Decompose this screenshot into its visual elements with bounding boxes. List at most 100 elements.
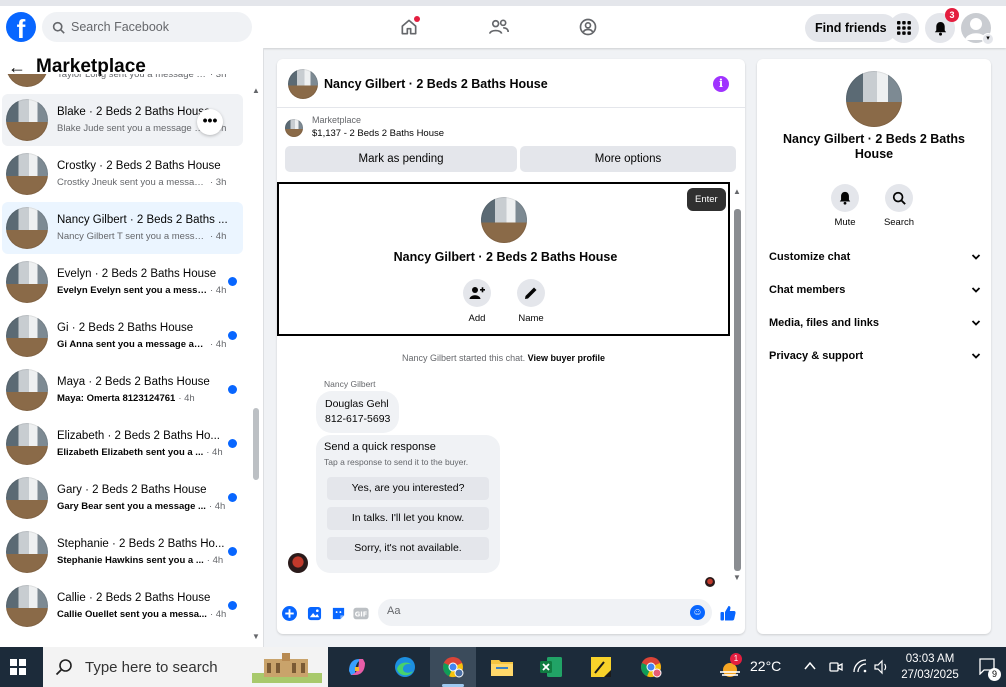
file-explorer-icon[interactable]: [479, 647, 525, 687]
more-options-button[interactable]: More options: [520, 146, 736, 172]
search-facebook-box[interactable]: [42, 12, 252, 42]
excel-app-icon[interactable]: [528, 647, 574, 687]
show-hidden-icons-chevron-up-icon[interactable]: [804, 661, 816, 671]
listing-thumbnail: [6, 153, 48, 195]
mute-button[interactable]: Mute: [820, 184, 870, 228]
conversation-time: · 3h: [210, 74, 227, 80]
scroll-up-icon[interactable]: ▲: [733, 187, 741, 196]
search-highlight-illustration-icon: [252, 653, 322, 683]
notification-count-badge: 9: [988, 668, 1001, 681]
chevron-down-icon: [971, 254, 981, 260]
quick-reply-interested[interactable]: Yes, are you interested?: [327, 477, 489, 500]
account-profile-button[interactable]: ▾: [961, 13, 994, 45]
gif-button[interactable]: GIF: [353, 605, 369, 621]
conversation-item[interactable]: Nancy Gilbert · 2 Beds 2 Baths ... Nancy …: [2, 202, 243, 254]
conversation-item[interactable]: Elizabeth · 2 Beds 2 Baths Ho... Elizabet…: [2, 418, 243, 470]
mark-as-pending-button[interactable]: Mark as pending: [285, 146, 517, 172]
friends-nav[interactable]: [486, 14, 512, 40]
quick-reply-not-available[interactable]: Sorry, it's not available.: [327, 537, 489, 560]
message-input-field[interactable]: ☺: [378, 599, 712, 626]
chrome-profile-icon[interactable]: [628, 647, 674, 687]
chat-title[interactable]: Nancy Gilbert · 2 Beds 2 Baths House: [324, 77, 548, 91]
more-options-icon[interactable]: •••: [197, 109, 223, 135]
conversation-text: Nancy Gilbert · 2 Beds 2 Baths ... Nancy …: [57, 214, 229, 242]
search-in-chat-button[interactable]: Search: [874, 184, 924, 228]
edge-browser-icon[interactable]: [382, 647, 428, 687]
groups-nav[interactable]: [575, 14, 601, 40]
media-files-links-section[interactable]: Media, files and links: [769, 313, 981, 333]
menu-button[interactable]: [889, 13, 919, 43]
conversation-item[interactable]: Taylor · 2 Beds 2 Baths HouseTaylor Long…: [2, 74, 243, 92]
windows-start-icon[interactable]: [10, 659, 26, 675]
emoji-icon[interactable]: ☺: [690, 605, 705, 620]
chrome-browser-icon-active[interactable]: [430, 647, 476, 687]
scrollbar-thumb[interactable]: [253, 408, 259, 480]
chat-avatar[interactable]: [288, 69, 318, 99]
name-button[interactable]: Name: [501, 279, 561, 324]
temperature-readout[interactable]: 22°C: [750, 658, 781, 674]
quick-response-card: Send a quick response Tap a response to …: [316, 435, 500, 573]
conversation-item[interactable]: Evelyn · 2 Beds 2 Baths House Evelyn Evel…: [2, 256, 243, 308]
home-nav[interactable]: [396, 14, 422, 40]
conversation-item[interactable]: Maya · 2 Beds 2 Baths House Maya: Omerta …: [2, 364, 243, 416]
send-like-button[interactable]: [720, 605, 736, 621]
weather-widget-icon[interactable]: 1: [718, 653, 742, 677]
wifi-icon[interactable]: [853, 659, 867, 673]
notifications-button[interactable]: 3: [925, 8, 959, 43]
view-buyer-profile-link[interactable]: View buyer profile: [528, 353, 605, 363]
conversation-text: Elizabeth · 2 Beds 2 Baths Ho... Elizabet…: [57, 430, 229, 458]
sticky-notes-icon[interactable]: [578, 647, 624, 687]
mute-label: Mute: [834, 217, 856, 228]
speaker-volume-icon[interactable]: [874, 659, 890, 675]
scroll-down-icon[interactable]: ▼: [733, 573, 741, 582]
conversation-name: Evelyn · 2 Beds 2 Baths House: [57, 268, 217, 280]
sticker-button[interactable]: [330, 605, 346, 621]
more-actions-button[interactable]: [281, 605, 297, 621]
name-label: Name: [518, 313, 544, 324]
quick-reply-in-talks[interactable]: In talks. I'll let you know.: [327, 507, 489, 530]
message-line: 812-617-5693: [325, 413, 391, 425]
details-avatar[interactable]: [846, 71, 902, 127]
unread-indicator-dot: [228, 331, 237, 340]
taskbar-search-input[interactable]: [85, 658, 245, 676]
find-friends-button[interactable]: Find friends: [805, 14, 897, 42]
search-input[interactable]: [71, 20, 241, 34]
conversation-item[interactable]: Blake · 2 Beds 2 Baths House Blake Jude s…: [2, 94, 243, 146]
pencil-icon: [525, 287, 537, 299]
conversation-item[interactable]: Callie · 2 Beds 2 Baths House Callie Ouel…: [2, 580, 243, 632]
add-button[interactable]: Add: [447, 279, 507, 324]
conversation-text: Maya · 2 Beds 2 Baths House Maya: Omerta …: [57, 376, 229, 404]
chat-members-section[interactable]: Chat members: [769, 280, 981, 300]
facebook-logo[interactable]: f: [6, 12, 36, 42]
taskbar-search-box[interactable]: [43, 647, 328, 687]
privacy-support-section[interactable]: Privacy & support: [769, 346, 981, 366]
message-thread-scrollbar[interactable]: ▲ ▼: [732, 185, 744, 585]
listing-thumbnail: [6, 261, 48, 303]
conversation-item[interactable]: Gi · 2 Beds 2 Baths House Gi Anna sent yo…: [2, 310, 243, 362]
system-clock[interactable]: 03:03 AM 27/03/2025: [900, 651, 960, 683]
sender-avatar[interactable]: [288, 553, 308, 573]
message-bubble[interactable]: Douglas Gehl 812-617-5693: [316, 391, 400, 433]
scroll-up-icon[interactable]: ▲: [252, 86, 260, 95]
conversation-item[interactable]: Stephanie · 2 Beds 2 Baths Ho... Stephani…: [2, 526, 243, 578]
notification-count-badge: 3: [945, 8, 959, 22]
scrollbar-thumb[interactable]: [734, 209, 741, 571]
listing-source: Marketplace: [312, 115, 362, 125]
meet-now-icon[interactable]: [829, 659, 843, 675]
scroll-down-icon[interactable]: ▼: [252, 632, 260, 641]
conversation-time: · 4h: [209, 609, 227, 620]
notification-center-button[interactable]: 9: [978, 657, 1001, 681]
chat-window: Nancy Gilbert · 2 Beds 2 Baths House i M…: [277, 59, 745, 634]
info-icon[interactable]: i: [713, 76, 729, 92]
conversation-list: Taylor · 2 Beds 2 Baths HouseTaylor Long…: [0, 74, 250, 648]
copilot-app-icon[interactable]: [334, 647, 380, 687]
message-input[interactable]: [387, 605, 677, 617]
conversation-item[interactable]: Crostky · 2 Beds 2 Baths House Crostky Jn…: [2, 148, 243, 200]
conversation-preview: Crostky Jneuk sent you a message...: [57, 177, 207, 188]
quick-response-title: Send a quick response: [324, 441, 436, 453]
customize-chat-section[interactable]: Customize chat: [769, 247, 981, 267]
conversation-time: · 3h: [210, 177, 227, 188]
conversation-list-scrollbar[interactable]: ▲ ▼: [251, 82, 261, 642]
attach-photo-button[interactable]: [306, 605, 322, 621]
conversation-item[interactable]: Gary · 2 Beds 2 Baths House Gary Bear sen…: [2, 472, 243, 524]
